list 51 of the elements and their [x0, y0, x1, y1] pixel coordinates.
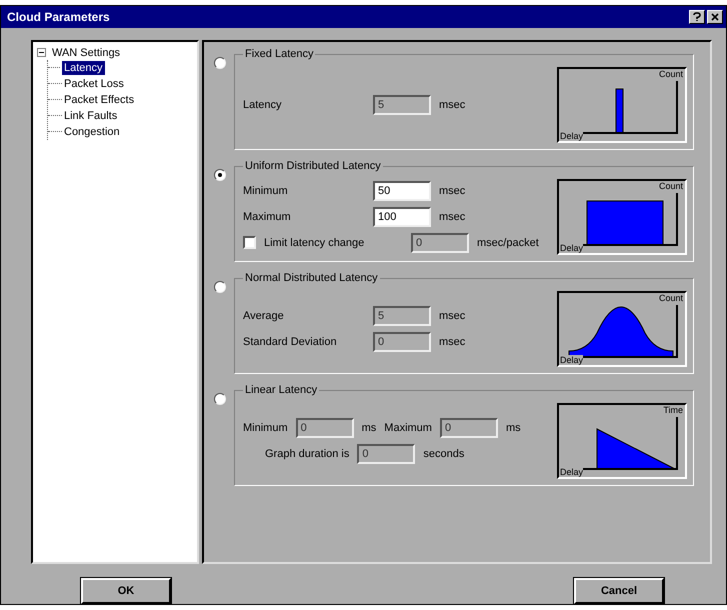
axis-label: Delay — [560, 130, 584, 141]
dialog-button[interactable]: Cancel — [574, 578, 664, 604]
tree-item[interactable]: Congestion — [62, 124, 122, 139]
field-label: Minimum — [243, 184, 289, 197]
help-icon — [693, 12, 701, 22]
input-field[interactable]: 100 — [373, 206, 431, 227]
radio-button[interactable] — [214, 56, 226, 69]
axis-label: Count — [658, 68, 683, 79]
group-title: Uniform Distributed Latency — [243, 160, 383, 172]
unit-label: seconds — [423, 448, 464, 460]
close-button[interactable] — [707, 10, 723, 24]
radio-button[interactable] — [214, 280, 226, 293]
tree-item[interactable]: Packet Effects — [62, 92, 136, 107]
help-button[interactable] — [689, 10, 705, 24]
checkbox[interactable] — [243, 236, 256, 250]
collapse-icon[interactable] — [37, 48, 46, 58]
axis-label: Count — [658, 180, 683, 191]
radio-button[interactable] — [214, 392, 226, 405]
field-label: Graph duration is — [265, 448, 350, 460]
group-title: Normal Distributed Latency — [243, 272, 380, 284]
field-label: Average — [243, 310, 285, 322]
axis-label: Delay — [560, 242, 584, 253]
tree-item[interactable]: WAN Settings — [50, 46, 122, 60]
unit-label: msec/packet — [477, 236, 539, 249]
close-icon — [711, 12, 719, 21]
tree-item[interactable]: Latency — [62, 60, 105, 75]
input-field[interactable]: 50 — [373, 180, 431, 201]
window-title: Cloud Parameters — [7, 10, 111, 24]
tree-item[interactable]: Link Faults — [62, 108, 120, 123]
radio-button[interactable] — [214, 168, 226, 181]
group-title: Linear Latency — [243, 384, 320, 396]
dialog-button[interactable]: OK — [81, 578, 171, 604]
field-label: Latency — [243, 98, 283, 111]
checkbox-label: Limit latency change — [264, 236, 364, 249]
field-label: Maximum — [243, 210, 292, 223]
unit-label: msec — [439, 210, 466, 223]
axis-label: Time — [663, 404, 683, 415]
unit-label: ms — [506, 422, 521, 434]
tree-item[interactable]: Packet Loss — [62, 76, 126, 91]
unit-label: msec — [439, 98, 466, 111]
field-label: Standard Deviation — [243, 336, 338, 348]
unit-label: msec — [439, 310, 466, 322]
group-title: Fixed Latency — [243, 48, 316, 60]
unit-label: msec — [439, 336, 466, 348]
unit-label: ms — [362, 422, 376, 434]
axis-label: Count — [658, 292, 683, 303]
field-label: Minimum — [243, 422, 288, 434]
field-label: Maximum — [384, 422, 432, 434]
axis-label: Delay — [560, 466, 584, 477]
axis-label: Delay — [560, 354, 584, 365]
unit-label: msec — [439, 184, 466, 197]
